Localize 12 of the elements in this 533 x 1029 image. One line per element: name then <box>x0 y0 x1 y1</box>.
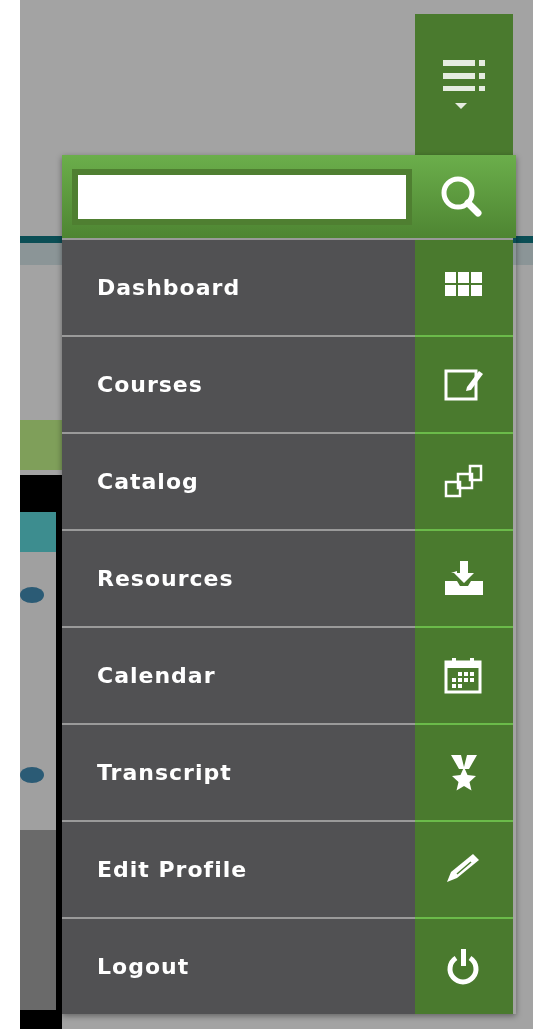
menu-item[interactable]: Transcript <box>62 725 415 820</box>
list-icon <box>443 60 485 110</box>
menu-item[interactable]: Calendar <box>62 628 415 723</box>
menu-item[interactable]: Catalog <box>62 434 415 529</box>
calendar-icon <box>443 655 485 696</box>
menu-item[interactable]: Logout <box>62 919 415 1014</box>
menu-item[interactable]: Resources <box>62 531 415 626</box>
menu-item[interactable]: Courses <box>62 337 415 432</box>
menu-button[interactable] <box>415 14 513 155</box>
menu-item[interactable]: Dashboard <box>62 240 415 335</box>
search-field[interactable] <box>72 168 412 225</box>
menu-item[interactable]: Edit Profile <box>62 822 415 917</box>
